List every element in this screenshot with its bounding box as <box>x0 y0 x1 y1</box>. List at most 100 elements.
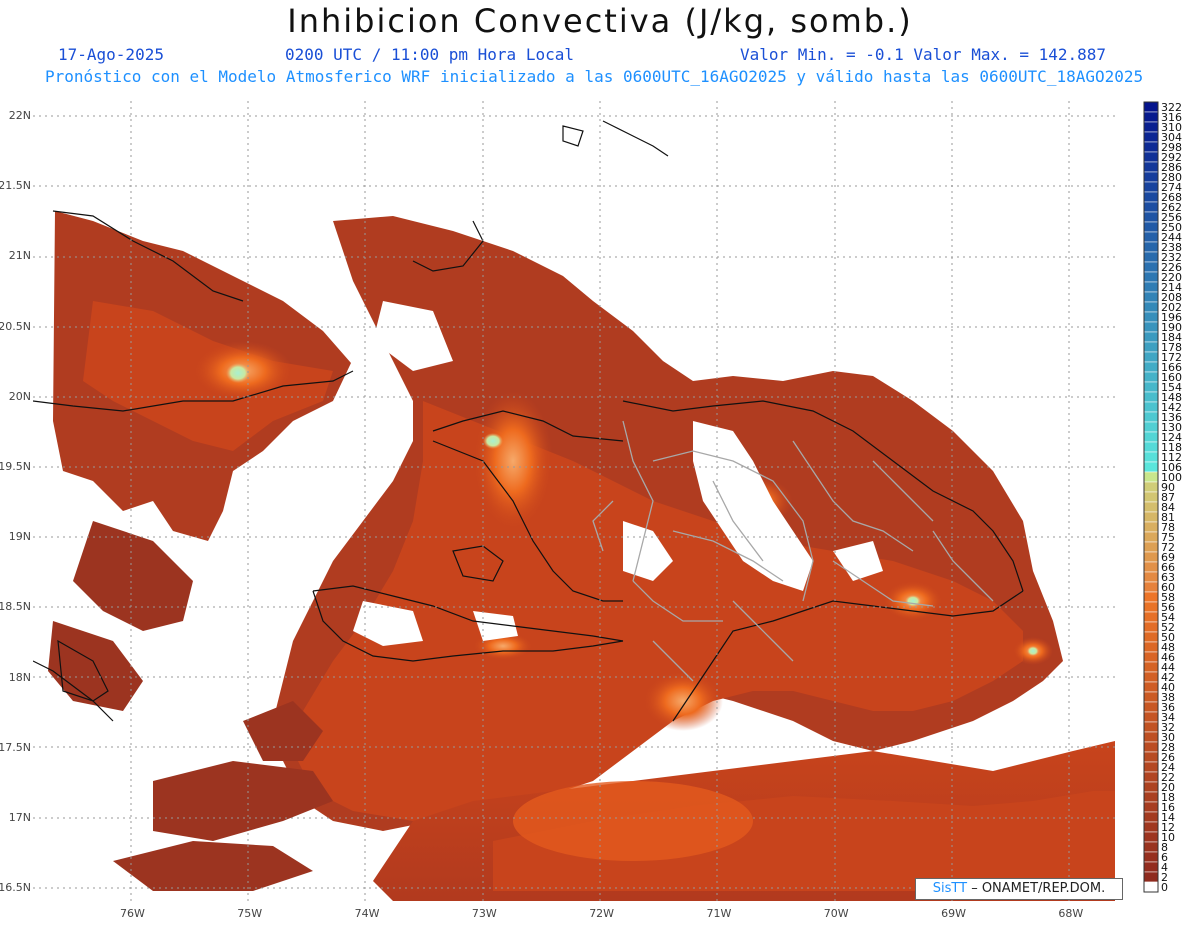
colorbar-swatch <box>1143 241 1159 253</box>
colorbar-swatch <box>1143 731 1159 743</box>
colorbar-swatch <box>1143 281 1159 293</box>
colorbar-swatch <box>1143 821 1159 833</box>
colorbar-swatch <box>1143 881 1159 893</box>
colorbar-swatch <box>1143 681 1159 693</box>
colorbar-swatch <box>1143 161 1159 173</box>
colorbar-swatch <box>1143 831 1159 843</box>
forecast-date: 17-Ago-2025 <box>58 45 164 64</box>
colorbar-swatch <box>1143 871 1159 883</box>
colorbar-swatch <box>1143 761 1159 773</box>
colorbar-swatch <box>1143 651 1159 663</box>
colorbar-swatch <box>1143 181 1159 193</box>
colorbar-swatch <box>1143 431 1159 443</box>
colorbar-swatch <box>1143 621 1159 633</box>
colorbar-swatch <box>1143 411 1159 423</box>
lat-label: 18.5N <box>0 600 31 614</box>
colorbar-swatch <box>1143 301 1159 313</box>
colorbar-swatch <box>1143 571 1159 583</box>
model-info: Pronóstico con el Modelo Atmosferico WRF… <box>45 67 1144 86</box>
colorbar-swatch <box>1143 341 1159 353</box>
colorbar-swatch <box>1143 551 1159 563</box>
colorbar-swatch <box>1143 511 1159 523</box>
colorbar-swatch <box>1143 121 1159 133</box>
colorbar-swatch <box>1143 251 1159 263</box>
colorbar-swatch <box>1143 441 1159 453</box>
colorbar-swatch <box>1143 191 1159 203</box>
colorbar-swatch <box>1143 351 1159 363</box>
lon-label: 74W <box>354 907 380 920</box>
colorbar-swatch <box>1143 371 1159 383</box>
colorbar-swatch <box>1143 801 1159 813</box>
colorbar-swatch <box>1143 521 1159 533</box>
colorbar-swatch <box>1143 221 1159 233</box>
lat-label: 18N <box>8 670 31 684</box>
colorbar-swatch <box>1143 361 1159 373</box>
lon-label: 70W <box>823 907 849 920</box>
lon-label: 73W <box>471 907 497 920</box>
colorbar-swatch <box>1143 691 1159 703</box>
colorbar-swatch <box>1143 491 1159 503</box>
map-title: Inhibicion Convectiva (J/kg, somb.) <box>287 2 913 40</box>
colorbar-swatch <box>1143 581 1159 593</box>
colorbar-swatch <box>1143 751 1159 763</box>
colorbar-swatch <box>1143 531 1159 543</box>
credit-box: SisTT – ONAMET/REP.DOM. <box>915 878 1123 900</box>
lat-label: 19.5N <box>0 460 31 473</box>
colorbar-swatch <box>1143 391 1159 403</box>
colorbar-swatch <box>1143 471 1159 483</box>
lon-label: 75W <box>237 907 263 920</box>
colorbar-swatch <box>1143 601 1159 613</box>
colorbar-swatch <box>1143 661 1159 673</box>
colorbar-swatch <box>1143 841 1159 853</box>
colorbar-swatch <box>1143 641 1159 653</box>
colorbar-swatch <box>1143 721 1159 733</box>
colorbar-swatch <box>1143 811 1159 823</box>
colorbar-swatch <box>1143 151 1159 163</box>
colorbar-swatch <box>1143 741 1159 753</box>
colorbar-swatch <box>1143 141 1159 153</box>
colorbar-swatch <box>1143 461 1159 473</box>
lat-label: 21.5N <box>0 179 31 193</box>
colorbar-swatch <box>1143 231 1159 243</box>
colorbar-swatch <box>1143 131 1159 143</box>
credit-text: – ONAMET/REP.DOM. <box>967 881 1106 896</box>
colorbar-swatch <box>1143 321 1159 333</box>
colorbar-swatch <box>1143 201 1159 213</box>
colorbar-swatch <box>1143 631 1159 643</box>
lat-label: 16.5N <box>0 881 31 895</box>
colorbar-swatch <box>1143 711 1159 723</box>
colorbar: 3223163103042982922862802742682622562502… <box>1143 101 1182 894</box>
lat-label: 21N <box>8 249 31 263</box>
colorbar-swatch <box>1143 291 1159 303</box>
colorbar-swatch <box>1143 861 1159 873</box>
lat-label: 20N <box>8 389 31 403</box>
colorbar-swatch <box>1143 171 1159 183</box>
colorbar-swatch <box>1143 381 1159 393</box>
cin-map <box>33 101 1115 901</box>
colorbar-swatch <box>1143 451 1159 463</box>
sistt-logo: SisTT <box>932 881 968 896</box>
lat-label: 19N <box>8 530 31 544</box>
colorbar-swatch <box>1143 671 1159 683</box>
lon-label: 76W <box>120 907 145 920</box>
lon-label: 71W <box>706 907 732 920</box>
colorbar-label: 0 <box>1161 881 1168 894</box>
colorbar-swatch <box>1143 421 1159 433</box>
colorbar-swatch <box>1143 781 1159 793</box>
colorbar-swatch <box>1143 271 1159 283</box>
colorbar-swatch <box>1143 331 1159 343</box>
colorbar-swatch <box>1143 501 1159 513</box>
lon-label: 69W <box>941 907 966 920</box>
colorbar-swatch <box>1143 111 1159 123</box>
lat-label: 20.5N <box>0 319 31 333</box>
colorbar-swatch <box>1143 701 1159 713</box>
forecast-time: 0200 UTC / 11:00 pm Hora Local <box>285 45 574 64</box>
colorbar-swatch <box>1143 311 1159 323</box>
colorbar-swatch <box>1143 101 1159 113</box>
lon-label: 68W <box>1058 907 1084 920</box>
lat-label: 17N <box>8 811 31 824</box>
colorbar-swatch <box>1143 401 1159 413</box>
colorbar-swatch <box>1143 561 1159 573</box>
colorbar-swatch <box>1143 851 1159 863</box>
lat-label: 22N <box>8 109 31 122</box>
